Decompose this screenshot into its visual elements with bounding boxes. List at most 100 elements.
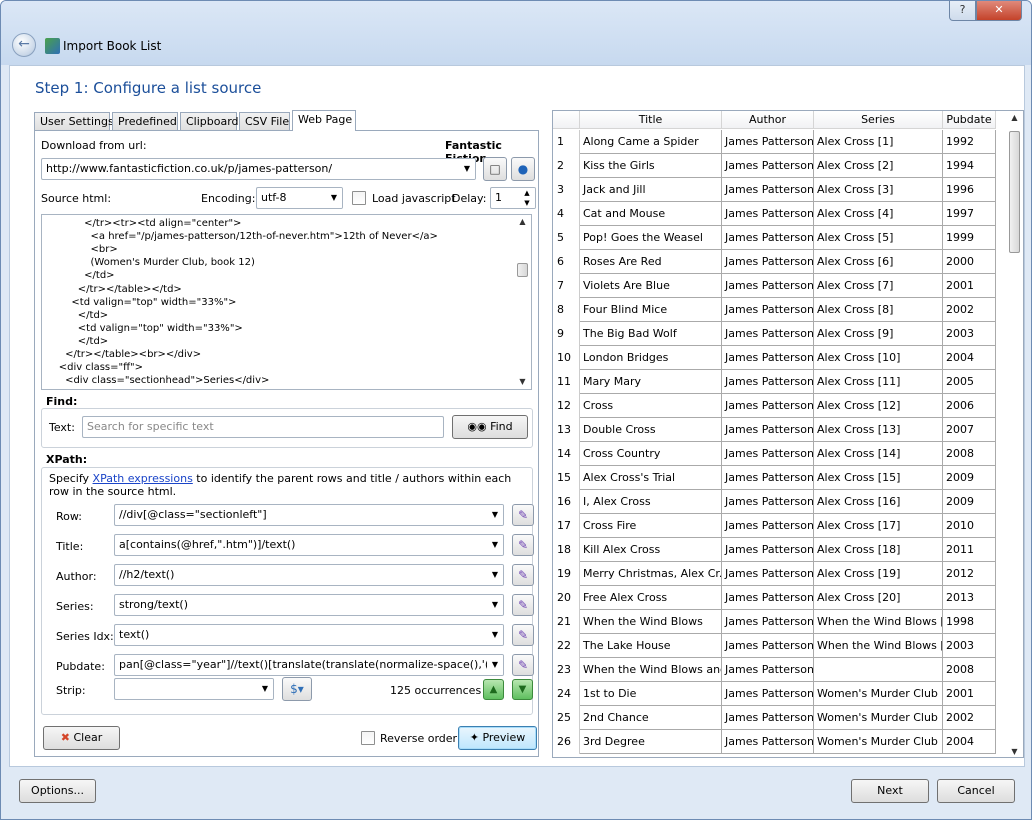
- scroll-up-icon[interactable]: ▲: [1006, 111, 1023, 125]
- previous-occurrence-button[interactable]: ▲: [483, 679, 504, 700]
- table-cell[interactable]: Alex Cross [8]: [814, 298, 943, 322]
- table-cell[interactable]: 1st to Die: [580, 682, 722, 706]
- options-button[interactable]: Options...: [19, 779, 96, 803]
- table-cell[interactable]: Pop! Goes the Weasel: [580, 226, 722, 250]
- table-cell[interactable]: Alex Cross [16]: [814, 490, 943, 514]
- source-html-view[interactable]: </tr><tr><td align="center"> <a href="/p…: [41, 214, 532, 390]
- table-row[interactable]: 3 Jack and Jill James Patterson Alex Cross …: [553, 178, 1008, 202]
- table-cell[interactable]: James Patterson: [722, 538, 814, 562]
- table-cell[interactable]: Cross Fire: [580, 514, 722, 538]
- table-row[interactable]: 6 Roses Are Red James Patterson Alex Cross …: [553, 250, 1008, 274]
- table-cell[interactable]: 2008: [943, 442, 996, 466]
- table-cell[interactable]: James Patterson: [722, 130, 814, 154]
- find-button[interactable]: ◉◉ Find: [452, 415, 528, 439]
- table-row[interactable]: 26 3rd Degree James Patterson Women's Murde…: [553, 730, 1008, 754]
- table-cell[interactable]: Kill Alex Cross: [580, 538, 722, 562]
- table-row[interactable]: 5 Pop! Goes the Weasel James Patterson Alex…: [553, 226, 1008, 250]
- table-cell[interactable]: 2003: [943, 634, 996, 658]
- xpath-series-idx-picker-icon[interactable]: ✎: [512, 624, 534, 646]
- table-row[interactable]: 14 Cross Country James Patterson Alex Cross…: [553, 442, 1008, 466]
- tab-csv-file[interactable]: CSV File: [239, 112, 290, 131]
- table-row[interactable]: 11 Mary Mary James Patterson Alex Cross [11…: [553, 370, 1008, 394]
- table-row[interactable]: 25 2nd Chance James Patterson Women's Murde…: [553, 706, 1008, 730]
- table-cell[interactable]: 2011: [943, 538, 996, 562]
- table-cell[interactable]: James Patterson: [722, 442, 814, 466]
- table-cell[interactable]: The Big Bad Wolf: [580, 322, 722, 346]
- column-header-author[interactable]: Author: [722, 111, 814, 129]
- table-cell[interactable]: London Bridges: [580, 346, 722, 370]
- table-cell[interactable]: Alex Cross [14]: [814, 442, 943, 466]
- table-cell[interactable]: James Patterson: [722, 610, 814, 634]
- table-cell[interactable]: 1998: [943, 610, 996, 634]
- table-cell[interactable]: [814, 658, 943, 682]
- tab-clipboard[interactable]: Clipboard: [180, 112, 239, 131]
- table-cell[interactable]: James Patterson: [722, 370, 814, 394]
- table-cell[interactable]: James Patterson: [722, 418, 814, 442]
- table-cell[interactable]: Alex Cross [11]: [814, 370, 943, 394]
- table-cell[interactable]: Alex Cross [7]: [814, 274, 943, 298]
- reverse-order-checkbox[interactable]: [361, 731, 375, 745]
- table-cell[interactable]: 2006: [943, 394, 996, 418]
- find-search-input[interactable]: Search for specific text: [82, 416, 444, 438]
- table-cell[interactable]: When the Wind Blows [2]: [814, 634, 943, 658]
- table-cell[interactable]: James Patterson: [722, 322, 814, 346]
- open-browser-button[interactable]: ●: [511, 157, 535, 181]
- table-row[interactable]: 18 Kill Alex Cross James Patterson Alex Cro…: [553, 538, 1008, 562]
- table-cell[interactable]: 2010: [943, 514, 996, 538]
- table-row[interactable]: 8 Four Blind Mice James Patterson Alex Cros…: [553, 298, 1008, 322]
- table-cell[interactable]: Women's Murder Club [3]: [814, 730, 943, 754]
- table-cell[interactable]: Alex Cross [19]: [814, 562, 943, 586]
- table-row[interactable]: 22 The Lake House James Patterson When the …: [553, 634, 1008, 658]
- table-cell[interactable]: 1992: [943, 130, 996, 154]
- table-cell[interactable]: 1999: [943, 226, 996, 250]
- table-cell[interactable]: Cat and Mouse: [580, 202, 722, 226]
- table-cell[interactable]: 2009: [943, 490, 996, 514]
- table-cell[interactable]: When the Wind Blows: [580, 610, 722, 634]
- tab-user-settings[interactable]: User Settings: [34, 112, 114, 131]
- table-cell[interactable]: Kiss the Girls: [580, 154, 722, 178]
- source-scrollbar[interactable]: ▲ ▼: [514, 215, 531, 389]
- xpath-title-combo[interactable]: a[contains(@href,".htm")]/text() ▼: [114, 534, 504, 556]
- table-cell[interactable]: 2004: [943, 730, 996, 754]
- table-cell[interactable]: 2000: [943, 250, 996, 274]
- grid-scrollbar[interactable]: ▲ ▼: [1006, 111, 1023, 757]
- table-cell[interactable]: 3rd Degree: [580, 730, 722, 754]
- table-row[interactable]: 21 When the Wind Blows James Patterson When…: [553, 610, 1008, 634]
- table-row[interactable]: 15 Alex Cross's Trial James Patterson Alex …: [553, 466, 1008, 490]
- table-cell[interactable]: James Patterson: [722, 562, 814, 586]
- table-cell[interactable]: James Patterson: [722, 634, 814, 658]
- table-cell[interactable]: Alex Cross [18]: [814, 538, 943, 562]
- table-cell[interactable]: James Patterson: [722, 274, 814, 298]
- column-header-pubdate[interactable]: Pubdate: [943, 111, 996, 129]
- table-cell[interactable]: Alex Cross [10]: [814, 346, 943, 370]
- delay-spinner[interactable]: 1 ▲ ▼: [490, 187, 536, 209]
- table-cell[interactable]: 2001: [943, 682, 996, 706]
- table-cell[interactable]: James Patterson: [722, 490, 814, 514]
- table-cell[interactable]: 2009: [943, 466, 996, 490]
- cancel-button[interactable]: Cancel: [937, 779, 1015, 803]
- table-cell[interactable]: James Patterson: [722, 250, 814, 274]
- table-cell[interactable]: James Patterson: [722, 658, 814, 682]
- tab-predefined[interactable]: Predefined: [112, 112, 178, 131]
- table-row[interactable]: 20 Free Alex Cross James Patterson Alex Cro…: [553, 586, 1008, 610]
- table-cell[interactable]: James Patterson: [722, 178, 814, 202]
- table-cell[interactable]: 2008: [943, 658, 996, 682]
- next-button[interactable]: Next: [851, 779, 929, 803]
- xpath-row-combo[interactable]: //div[@class="sectionleft"] ▼: [114, 504, 504, 526]
- table-cell[interactable]: Alex Cross [9]: [814, 322, 943, 346]
- table-cell[interactable]: Alex Cross [17]: [814, 514, 943, 538]
- xpath-series-combo[interactable]: strong/text() ▼: [114, 594, 504, 616]
- table-cell[interactable]: Women's Murder Club [1]: [814, 682, 943, 706]
- table-cell[interactable]: 1996: [943, 178, 996, 202]
- table-cell[interactable]: James Patterson: [722, 154, 814, 178]
- table-cell[interactable]: I, Alex Cross: [580, 490, 722, 514]
- table-cell[interactable]: Alex Cross [1]: [814, 130, 943, 154]
- table-cell[interactable]: When the Wind Blows and...: [580, 658, 722, 682]
- table-cell[interactable]: James Patterson: [722, 682, 814, 706]
- xpath-author-picker-icon[interactable]: ✎: [512, 564, 534, 586]
- table-row[interactable]: 19 Merry Christmas, Alex Cr... James Patte…: [553, 562, 1008, 586]
- table-row[interactable]: 23When the Wind Blows and...James Patter…: [553, 658, 1008, 682]
- table-cell[interactable]: 2nd Chance: [580, 706, 722, 730]
- strip-options-button[interactable]: $▾: [282, 677, 312, 701]
- table-row[interactable]: 16 I, Alex Cross James Patterson Alex Cross…: [553, 490, 1008, 514]
